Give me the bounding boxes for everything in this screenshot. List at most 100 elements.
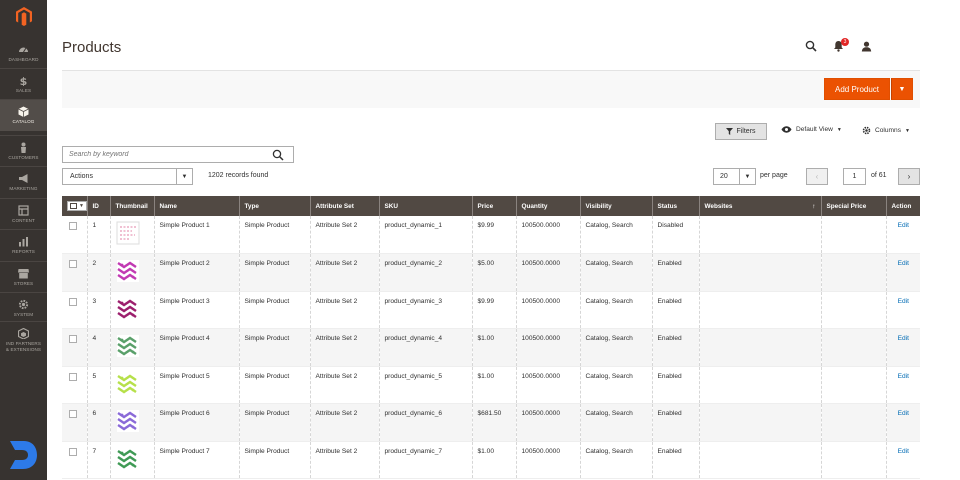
table-row[interactable]: 6 Simple Product 6 Simple Product Attribute… [62, 403, 920, 442]
product-thumbnail-image[interactable] [116, 221, 140, 245]
thumbnail-cell [110, 441, 155, 479]
column-header-id[interactable]: ID [87, 196, 111, 216]
table-row[interactable]: 5 Simple Product 5 Simple Product Attribute… [62, 366, 920, 404]
filters-label: Filters [736, 128, 756, 135]
per-page-select[interactable]: 20 ▼ [713, 168, 756, 185]
cell-value: Enabled [657, 297, 682, 305]
sidebar-item-find-partners-extensions[interactable]: IND PARTNERS & EXTENSIONS [0, 322, 47, 358]
cell-value: Simple Product 4 [159, 335, 210, 342]
edit-link[interactable]: Edit [898, 335, 909, 342]
table-row[interactable]: 3 Simple Product 3 Simple Product Attribute… [62, 291, 920, 329]
add-product-button[interactable]: Add Product [824, 78, 890, 100]
global-search-icon[interactable] [804, 39, 818, 53]
column-header-quantity[interactable]: Quantity [516, 196, 581, 216]
product-thumbnail-image[interactable] [116, 409, 140, 433]
cell-value: product_dynamic_2 [384, 260, 443, 267]
cell-id: 5 [87, 366, 111, 404]
table-row[interactable]: 4 Simple Product 4 Simple Product Attribute… [62, 328, 920, 367]
search-icon[interactable] [272, 149, 284, 161]
edit-link[interactable]: Edit [898, 298, 909, 305]
sidebar-item-reports[interactable]: Reports [0, 230, 47, 261]
column-header-action[interactable]: Action [886, 196, 920, 216]
sidebar-divider [0, 321, 47, 322]
row-select-cell [62, 366, 88, 404]
select-all-header[interactable]: ▼ [62, 196, 88, 216]
product-thumbnail-image[interactable] [116, 297, 140, 321]
keyword-search-input[interactable] [63, 147, 263, 162]
cell-status: Enabled [652, 328, 700, 367]
table-row[interactable]: 2 Simple Product 2 Simple Product Attribute… [62, 253, 920, 292]
row-checkbox[interactable] [69, 335, 77, 343]
mass-actions-select[interactable]: Actions ▼ [62, 168, 193, 185]
column-header-status[interactable]: Status [652, 196, 700, 216]
sidebar-item-catalog[interactable]: Catalog [0, 100, 47, 131]
next-page-button[interactable]: › [898, 168, 920, 185]
cell-value: 100500.0000 [521, 260, 561, 267]
cell-price: $1.00 [472, 441, 517, 479]
cube-stack-icon [18, 328, 29, 340]
sidebar-item-system[interactable]: System [0, 293, 47, 324]
column-header-thumbnail[interactable]: Thumbnail [110, 196, 155, 216]
cell-visibility: Catalog, Search [580, 366, 653, 404]
row-checkbox[interactable] [69, 447, 77, 456]
sidebar-item-stores[interactable]: Stores [0, 262, 47, 293]
sidebar-item-customers[interactable]: Customers [0, 136, 47, 167]
sidebar-item-label: IND PARTNERS & EXTENSIONS [5, 341, 42, 352]
columns-dropdown[interactable]: Columns ▼ [862, 126, 910, 135]
layout-icon [18, 205, 29, 216]
thumbnail-cell [110, 291, 155, 329]
edit-link[interactable]: Edit [898, 448, 909, 455]
column-header-attribute-set[interactable]: Attribute Set [310, 196, 380, 216]
per-page-label: per page [760, 172, 788, 179]
row-checkbox[interactable] [69, 222, 77, 230]
column-header-special-price[interactable]: Special Price [821, 196, 887, 216]
magento-logo-icon [15, 7, 32, 26]
add-product-split-toggle[interactable]: ▼ [891, 78, 913, 100]
cell-value: Catalog, Search [585, 372, 633, 380]
sidebar-item-marketing[interactable]: Marketing [0, 167, 47, 198]
chevron-down-icon: ▼ [739, 169, 755, 184]
cell-value: product_dynamic_7 [384, 447, 443, 455]
row-checkbox[interactable] [69, 372, 77, 381]
column-header-websites[interactable]: Websites ↑ [699, 196, 822, 216]
previous-page-button[interactable]: ‹ [806, 168, 828, 185]
filters-button[interactable]: Filters [715, 123, 767, 140]
sidebar-item-content[interactable]: Content [0, 199, 47, 230]
column-header-name[interactable]: Name [154, 196, 240, 216]
product-thumbnail-image[interactable] [116, 447, 140, 471]
cell-special-price [821, 366, 887, 404]
edit-link[interactable]: Edit [898, 260, 909, 267]
sidebar-item-dashboard[interactable]: Dashboard [0, 38, 47, 69]
cell-price: $9.99 [472, 291, 517, 329]
product-thumbnail-image[interactable] [116, 259, 140, 283]
product-thumbnail-image[interactable] [116, 372, 140, 396]
column-header-price[interactable]: Price [472, 196, 517, 216]
cell-price: $5.00 [472, 253, 517, 292]
default-view-dropdown[interactable]: Default View ▼ [781, 126, 842, 133]
edit-link[interactable]: Edit [898, 410, 909, 417]
mass-select-checkbox[interactable]: ▼ [67, 201, 87, 211]
page-number-input[interactable]: 1 [843, 168, 866, 185]
column-header-visibility[interactable]: Visibility [580, 196, 653, 216]
row-checkbox[interactable] [69, 297, 77, 306]
edit-link[interactable]: Edit [898, 222, 909, 229]
magento-logo[interactable] [0, 0, 47, 33]
user-account-icon[interactable] [859, 39, 873, 53]
column-header-type[interactable]: Type [239, 196, 311, 216]
row-checkbox[interactable] [69, 410, 77, 418]
row-select-cell [62, 253, 88, 292]
chevron-left-icon: ‹ [815, 172, 819, 181]
cell-value: Simple Product [244, 260, 290, 267]
cell-value: product_dynamic_6 [384, 410, 443, 417]
sidebar-item-sales[interactable]: $ Sales [0, 69, 47, 100]
product-thumbnail-image[interactable] [116, 334, 140, 358]
column-header-sku[interactable]: SKU [379, 196, 473, 216]
cell-value: Enabled [657, 260, 682, 267]
sidebar-divider [0, 166, 47, 167]
table-row[interactable]: 7 Simple Product 7 Simple Product Attribute… [62, 441, 920, 479]
edit-link[interactable]: Edit [898, 373, 909, 380]
row-checkbox[interactable] [69, 260, 77, 268]
cell-value: Simple Product [244, 222, 290, 229]
cell-value: Attribute Set 2 [315, 372, 358, 380]
table-row[interactable]: 1 Simple Product 1 Simple Product Attribute… [62, 216, 920, 254]
